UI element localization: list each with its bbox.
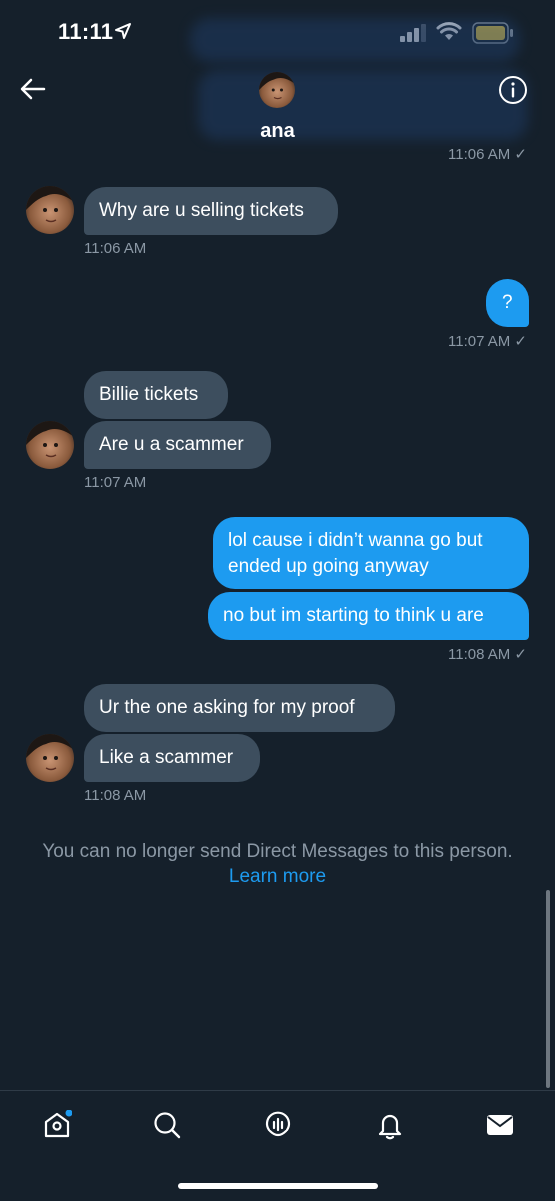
- home-icon: [44, 1110, 72, 1138]
- incoming-message[interactable]: Ur the one asking for my proof: [84, 684, 395, 732]
- incoming-message[interactable]: Like a scammer: [84, 734, 260, 782]
- message-timestamp: 11:07 AM: [84, 474, 147, 491]
- home-indicator[interactable]: [178, 1183, 378, 1189]
- sender-avatar[interactable]: [26, 186, 74, 234]
- dm-restriction-notice: You can no longer send Direct Messages t…: [0, 839, 555, 889]
- conversation-name[interactable]: ana: [0, 120, 555, 143]
- outgoing-message[interactable]: ?: [486, 279, 529, 327]
- conversation-avatar[interactable]: [259, 72, 295, 108]
- sender-avatar[interactable]: [26, 421, 74, 469]
- tab-home[interactable]: [37, 1105, 77, 1145]
- incoming-message[interactable]: Are u a scammer: [84, 421, 271, 469]
- notifications-icon: [378, 1114, 402, 1140]
- message-line: ended up going anyway: [228, 556, 429, 577]
- outgoing-message[interactable]: lol cause i didn’t wanna go but ended up…: [213, 517, 529, 589]
- spaces-icon: [265, 1111, 291, 1137]
- message-timestamp: 11:08 AM ✓: [448, 646, 527, 663]
- message-line: lol cause i didn’t wanna go but: [228, 530, 483, 551]
- message-timestamp: 11:07 AM ✓: [448, 333, 527, 350]
- incoming-message[interactable]: Billie tickets: [84, 371, 228, 419]
- back-arrow-icon[interactable]: [20, 78, 46, 100]
- info-icon[interactable]: [498, 75, 528, 105]
- tab-spaces[interactable]: [258, 1105, 298, 1145]
- message-timestamp: 11:06 AM: [84, 240, 147, 257]
- messages-icon: [487, 1115, 513, 1135]
- incoming-message[interactable]: Why are u selling tickets: [84, 187, 338, 235]
- sender-avatar[interactable]: [26, 734, 74, 782]
- outgoing-message[interactable]: no but im starting to think u are: [208, 592, 529, 640]
- scrollbar[interactable]: [546, 890, 550, 1088]
- tab-search[interactable]: [147, 1105, 187, 1145]
- notice-text: You can no longer send Direct Messages t…: [42, 841, 513, 862]
- status-time: 11:11: [58, 19, 114, 44]
- tab-messages[interactable]: [480, 1105, 520, 1145]
- previous-timestamp: 11:06 AM ✓: [448, 148, 527, 162]
- blurred-message: [190, 18, 520, 62]
- learn-more-link[interactable]: Learn more: [0, 864, 555, 889]
- search-icon: [154, 1112, 181, 1139]
- message-timestamp: 11:08 AM: [84, 787, 147, 804]
- tab-notifications[interactable]: [370, 1105, 410, 1145]
- location-arrow-icon: [115, 23, 131, 39]
